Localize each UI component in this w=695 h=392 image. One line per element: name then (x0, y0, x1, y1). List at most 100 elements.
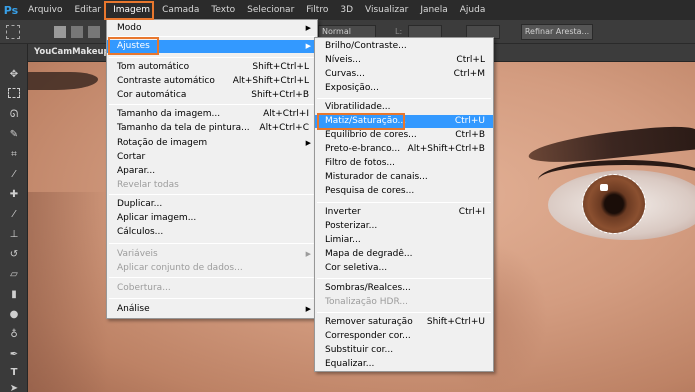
menu-item-shortcut: Ctrl+M (453, 69, 485, 79)
menu-item-exposicao[interactable]: Exposição... (315, 82, 493, 95)
menu-item-label: Duplicar... (117, 199, 163, 209)
menu-item-analise[interactable]: Análise ▶ (107, 303, 317, 316)
clone-stamp-icon[interactable]: ⊥ (6, 228, 22, 242)
menu-item-vibratilidade[interactable]: Vibratilidade... (315, 101, 493, 114)
submenu-arrow-icon: ▶ (305, 305, 311, 313)
menu-item-equalizar[interactable]: Equalizar... (315, 358, 493, 371)
menu-item-label: Tamanho da tela de pintura... (117, 123, 250, 133)
menu-item-equilibrio-de-cores[interactable]: Equilíbrio de cores... Ctrl+B (315, 129, 493, 142)
menu-item-matiz-saturacao[interactable]: Matiz/Saturação... Ctrl+U (315, 115, 493, 128)
menu-selecionar[interactable]: Selecionar (241, 0, 300, 20)
menu-item-shortcut: Shift+Ctrl+U (426, 317, 485, 327)
menu-item-substituir-cor[interactable]: Substituir cor... (315, 344, 493, 357)
dodge-tool-icon[interactable]: ♁ (6, 328, 22, 342)
menu-ajuda[interactable]: Ajuda (454, 0, 492, 20)
menu-item-contraste-automatico[interactable]: Contraste automático Alt+Shift+Ctrl+L (107, 75, 317, 88)
menu-janela[interactable]: Janela (414, 0, 453, 20)
menu-item-shortcut: Ctrl+I (458, 207, 485, 217)
menu-item-aparar[interactable]: Aparar... (107, 165, 317, 178)
menu-item-calculos[interactable]: Cálculos... (107, 226, 317, 239)
menu-item-cortar[interactable]: Cortar (107, 151, 317, 164)
menu-item-revelar-todas: Revelar todas (107, 179, 317, 192)
menu-item-filtro-de-fotos[interactable]: Filtro de fotos... (315, 157, 493, 170)
menu-item-label: Níveis... (325, 55, 361, 65)
pen-tool-icon[interactable]: ✒ (6, 348, 22, 362)
crop-tool-icon[interactable]: ⌗ (6, 148, 22, 162)
menu-item-label: Revelar todas (117, 180, 179, 190)
image-menu: Modo ▶ Ajustes ▶ Tom automático Shift+Ctrl+L C… (106, 19, 318, 319)
menu-item-inverter[interactable]: Inverter Ctrl+I (315, 206, 493, 219)
menu-item-limiar[interactable]: Limiar... (315, 234, 493, 247)
menu-separator (109, 104, 315, 105)
menu-visualizar[interactable]: Visualizar (359, 0, 414, 20)
menu-arquivo[interactable]: Arquivo (22, 0, 68, 20)
menu-bar: Ps Arquivo Editar Imagem Camada Texto Se… (0, 0, 695, 20)
menu-item-aplicar-conjunto-de-dados: Aplicar conjunto de dados... (107, 262, 317, 275)
marquee-tool-icon[interactable] (8, 88, 20, 98)
menu-separator (109, 277, 315, 278)
left-eyebrow (28, 72, 98, 90)
path-select-icon[interactable]: ➤ (6, 382, 22, 392)
menu-item-misturador-de-canais[interactable]: Misturador de canais... (315, 171, 493, 184)
menu-item-label: Equilíbrio de cores... (325, 130, 417, 140)
menu-item-label: Cortar (117, 152, 146, 162)
lasso-tool-icon[interactable]: ᘏ (6, 108, 22, 122)
menu-item-aplicar-imagem[interactable]: Aplicar imagem... (107, 212, 317, 225)
menu-3d[interactable]: 3D (334, 0, 359, 20)
menu-item-shortcut: Alt+Ctrl+C (259, 123, 309, 133)
healing-brush-icon[interactable]: ✚ (6, 188, 22, 202)
menu-item-label: Inverter (325, 207, 361, 217)
menu-item-brilho-contraste[interactable]: Brilho/Contraste... (315, 40, 493, 53)
subtract-selection-icon[interactable] (88, 26, 100, 38)
eraser-icon[interactable]: ▱ (6, 268, 22, 282)
menu-item-pesquisa-de-cores[interactable]: Pesquisa de cores... (315, 185, 493, 198)
menu-item-modo[interactable]: Modo ▶ (107, 22, 317, 35)
menu-editar[interactable]: Editar (68, 0, 107, 20)
add-to-selection-icon[interactable] (71, 26, 83, 38)
marquee-tool-preset-icon[interactable] (6, 25, 20, 39)
quick-select-icon[interactable]: ✎ (6, 128, 22, 142)
menu-item-label: Matiz/Saturação... (325, 116, 407, 126)
menu-item-tonalizacao-hdr: Tonalização HDR... (315, 296, 493, 309)
history-brush-icon[interactable]: ↺ (6, 248, 22, 262)
menu-imagem[interactable]: Imagem (107, 0, 156, 20)
move-tool-icon[interactable]: ✥ (6, 68, 22, 82)
menu-camada[interactable]: Camada (156, 0, 205, 20)
menu-item-tamanho-da-tela-de-pintura[interactable]: Tamanho da tela de pintura... Alt+Ctrl+C (107, 122, 317, 135)
menu-item-shortcut: Ctrl+B (455, 130, 485, 140)
menu-item-remover-saturacao[interactable]: Remover saturação Shift+Ctrl+U (315, 316, 493, 329)
menu-item-tom-automatico[interactable]: Tom automático Shift+Ctrl+L (107, 61, 317, 74)
width-label-icon: L: (395, 27, 403, 36)
menu-item-duplicar[interactable]: Duplicar... (107, 198, 317, 211)
gradient-tool-icon[interactable]: ▮ (6, 288, 22, 302)
menu-item-cor-seletiva[interactable]: Cor seletiva... (315, 262, 493, 275)
cheek-shade (28, 192, 108, 392)
menu-item-cor-automatica[interactable]: Cor automática Shift+Ctrl+B (107, 89, 317, 102)
menu-item-rotacao-de-imagem[interactable]: Rotação de imagem ▶ (107, 137, 317, 150)
menu-item-mapa-de-degrade[interactable]: Mapa de degradê... (315, 248, 493, 261)
new-selection-icon[interactable] (54, 26, 66, 38)
menu-item-preto-e-branco[interactable]: Preto-e-branco... Alt+Shift+Ctrl+B (315, 143, 493, 156)
menu-separator (317, 202, 491, 203)
menu-item-label: Aplicar imagem... (117, 213, 197, 223)
menu-separator (109, 298, 315, 299)
menu-item-posterizar[interactable]: Posterizar... (315, 220, 493, 233)
refine-edge-button[interactable]: Refinar Aresta... (521, 24, 593, 40)
brush-tool-icon[interactable]: ⁄ (6, 208, 22, 222)
menu-item-ajustes[interactable]: Ajustes ▶ (107, 40, 317, 53)
menu-item-curvas[interactable]: Curvas... Ctrl+M (315, 68, 493, 81)
eyedropper-icon[interactable]: ⁄ (6, 168, 22, 182)
menu-item-label: Análise (117, 304, 150, 314)
blur-tool-icon[interactable]: ● (6, 308, 22, 322)
menu-item-niveis[interactable]: Níveis... Ctrl+L (315, 54, 493, 67)
menu-item-label: Modo (117, 23, 142, 33)
menu-item-corresponder-cor[interactable]: Corresponder cor... (315, 330, 493, 343)
menu-item-shortcut: Shift+Ctrl+B (251, 90, 309, 100)
photoshop-logo: Ps (3, 3, 19, 17)
menu-texto[interactable]: Texto (205, 0, 241, 20)
menu-filtro[interactable]: Filtro (300, 0, 334, 20)
menu-item-sombras-realces[interactable]: Sombras/Realces... (315, 282, 493, 295)
menu-item-tamanho-da-imagem[interactable]: Tamanho da imagem... Alt+Ctrl+I (107, 108, 317, 121)
type-tool-icon[interactable]: T (6, 366, 22, 380)
menu-item-label: Substituir cor... (325, 345, 394, 355)
